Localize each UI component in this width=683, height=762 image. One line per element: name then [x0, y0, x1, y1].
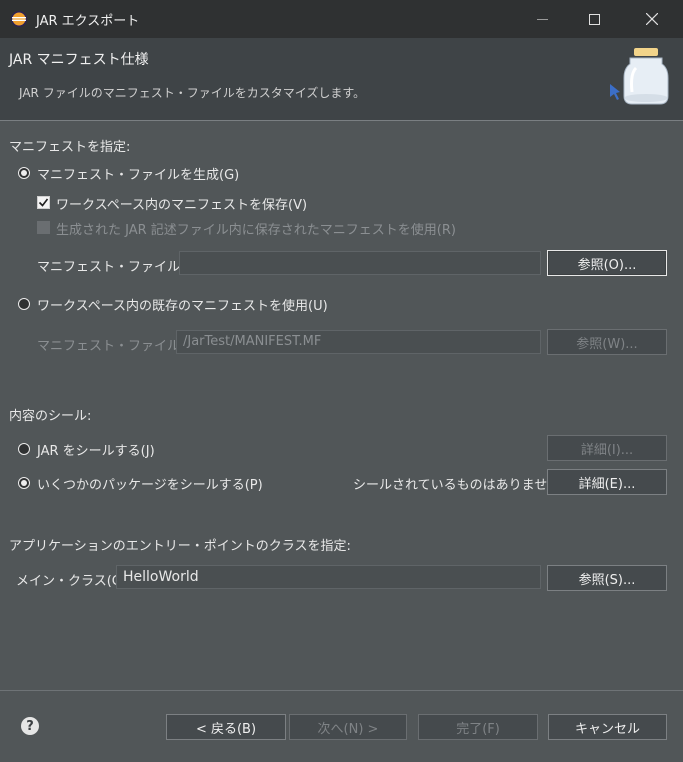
manifest-section-label: マニフェストを指定:	[9, 140, 131, 155]
seal-some-packages-radio[interactable]	[18, 477, 30, 489]
close-icon	[646, 13, 658, 25]
use-saved-manifest-label: 生成された JAR 記述ファイル内に保存されたマニフェストを使用(R)	[56, 223, 456, 238]
maximize-button[interactable]	[571, 0, 617, 38]
eclipse-icon	[11, 11, 27, 27]
close-button[interactable]	[629, 0, 675, 38]
existing-manifest-file-input[interactable]: /JarTest/MANIFEST.MF	[176, 330, 541, 354]
details-i-button[interactable]: 詳細(I)...	[547, 435, 667, 461]
checkmark-icon	[38, 198, 49, 207]
footer-separator	[0, 690, 683, 691]
page-heading: JAR マニフェスト仕様	[9, 52, 149, 68]
seal-jar-label[interactable]: JAR をシールする(J)	[37, 440, 155, 459]
next-button[interactable]: 次へ(N) >	[289, 714, 407, 740]
page-description: JAR ファイルのマニフェスト・ファイルをカスタマイズします。	[19, 86, 366, 100]
use-saved-manifest-checkbox[interactable]	[37, 221, 50, 234]
generate-manifest-label[interactable]: マニフェスト・ファイルを生成(G)	[37, 164, 239, 183]
seal-jar-radio[interactable]	[18, 443, 30, 455]
header-separator	[0, 120, 683, 121]
back-button[interactable]: < 戻る(B)	[166, 714, 286, 740]
browse-o-button[interactable]: 参照(O)...	[547, 250, 667, 276]
manifest-file-input[interactable]	[179, 251, 541, 275]
entry-point-section-label: アプリケーションのエントリー・ポイントのクラスを指定:	[9, 539, 351, 554]
save-in-workspace-label[interactable]: ワークスペース内のマニフェストを保存(V)	[56, 194, 307, 213]
generate-manifest-radio[interactable]	[18, 167, 30, 179]
maximize-icon	[588, 13, 600, 25]
main-class-label: メイン・クラス(C):	[16, 574, 131, 589]
use-existing-manifest-label[interactable]: ワークスペース内の既存のマニフェストを使用(U)	[37, 295, 328, 314]
minimize-button[interactable]	[519, 0, 565, 38]
cancel-button[interactable]: キャンセル	[548, 714, 667, 740]
seal-section-label: 内容のシール:	[9, 409, 92, 424]
window-title: JAR エクスポート	[36, 14, 140, 29]
jar-icon	[610, 48, 669, 105]
seal-status-text: シールされているものはありません	[353, 478, 561, 493]
save-in-workspace-checkbox[interactable]	[37, 196, 50, 209]
finish-button[interactable]: 完了(F)	[418, 714, 538, 740]
help-icon[interactable]: ?	[21, 717, 39, 735]
main-class-input[interactable]: HelloWorld	[116, 565, 541, 589]
details-e-button[interactable]: 詳細(E)...	[547, 469, 667, 495]
browse-s-button[interactable]: 参照(S)...	[547, 565, 667, 591]
use-existing-manifest-radio[interactable]	[18, 298, 30, 310]
minimize-icon	[536, 18, 548, 20]
seal-some-packages-label[interactable]: いくつかのパッケージをシールする(P)	[37, 474, 263, 493]
browse-w-button[interactable]: 参照(W)...	[547, 329, 667, 355]
